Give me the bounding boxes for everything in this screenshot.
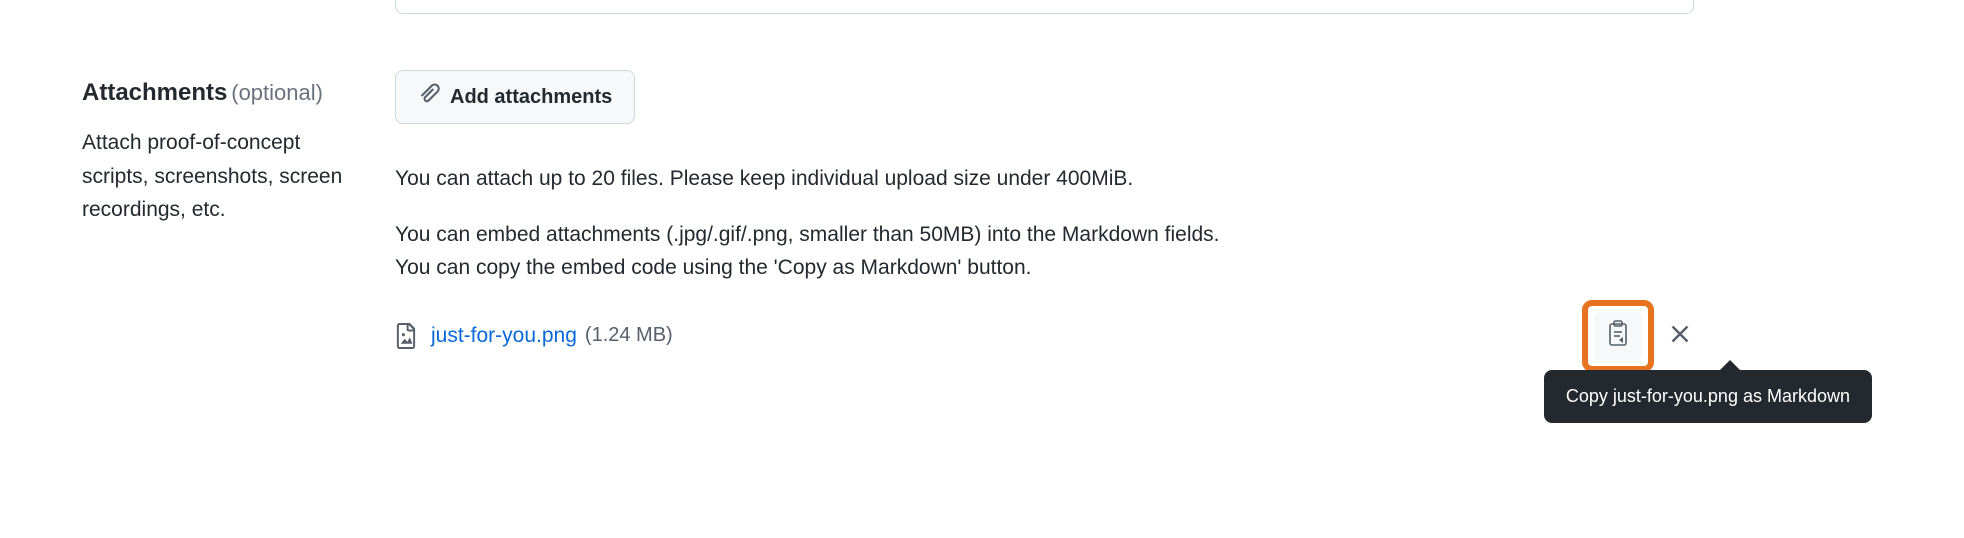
copy-markdown-tooltip: Copy just-for-you.png as Markdown <box>1544 370 1872 423</box>
previous-field-edge <box>395 0 1694 14</box>
attachments-section: Attachments (optional) Attach proof-of-c… <box>0 0 1964 349</box>
help-text-files: You can attach up to 20 files. Please ke… <box>395 162 1255 196</box>
paperclip-icon <box>418 83 440 111</box>
section-sidebar: Attachments (optional) Attach proof-of-c… <box>0 0 395 349</box>
attachment-file-link[interactable]: just-for-you.png <box>431 324 577 348</box>
copy-markdown-button[interactable] <box>1594 312 1642 360</box>
remove-attachment-button[interactable] <box>1666 322 1694 350</box>
section-description: Attach proof-of-concept scripts, screens… <box>82 126 362 227</box>
section-heading: Attachments <box>82 79 227 106</box>
callout-highlight <box>1582 300 1654 372</box>
section-content: Add attachments You can attach up to 20 … <box>395 0 1964 349</box>
section-heading-row: Attachments (optional) <box>82 77 395 108</box>
attachment-file-size: (1.24 MB) <box>585 324 673 347</box>
file-image-icon <box>395 323 417 349</box>
clipboard-icon <box>1606 320 1630 351</box>
optional-label: (optional) <box>231 80 323 105</box>
add-attachments-button[interactable]: Add attachments <box>395 70 635 124</box>
close-icon <box>1670 324 1690 347</box>
help-text-embed: You can embed attachments (.jpg/.gif/.pn… <box>395 218 1255 285</box>
add-attachments-label: Add attachments <box>450 86 612 109</box>
attachment-actions: Copy just-for-you.png as Markdown <box>1582 300 1694 372</box>
attachment-row: just-for-you.png (1.24 MB) <box>395 323 1694 349</box>
tooltip-text: Copy just-for-you.png as Markdown <box>1566 386 1850 406</box>
